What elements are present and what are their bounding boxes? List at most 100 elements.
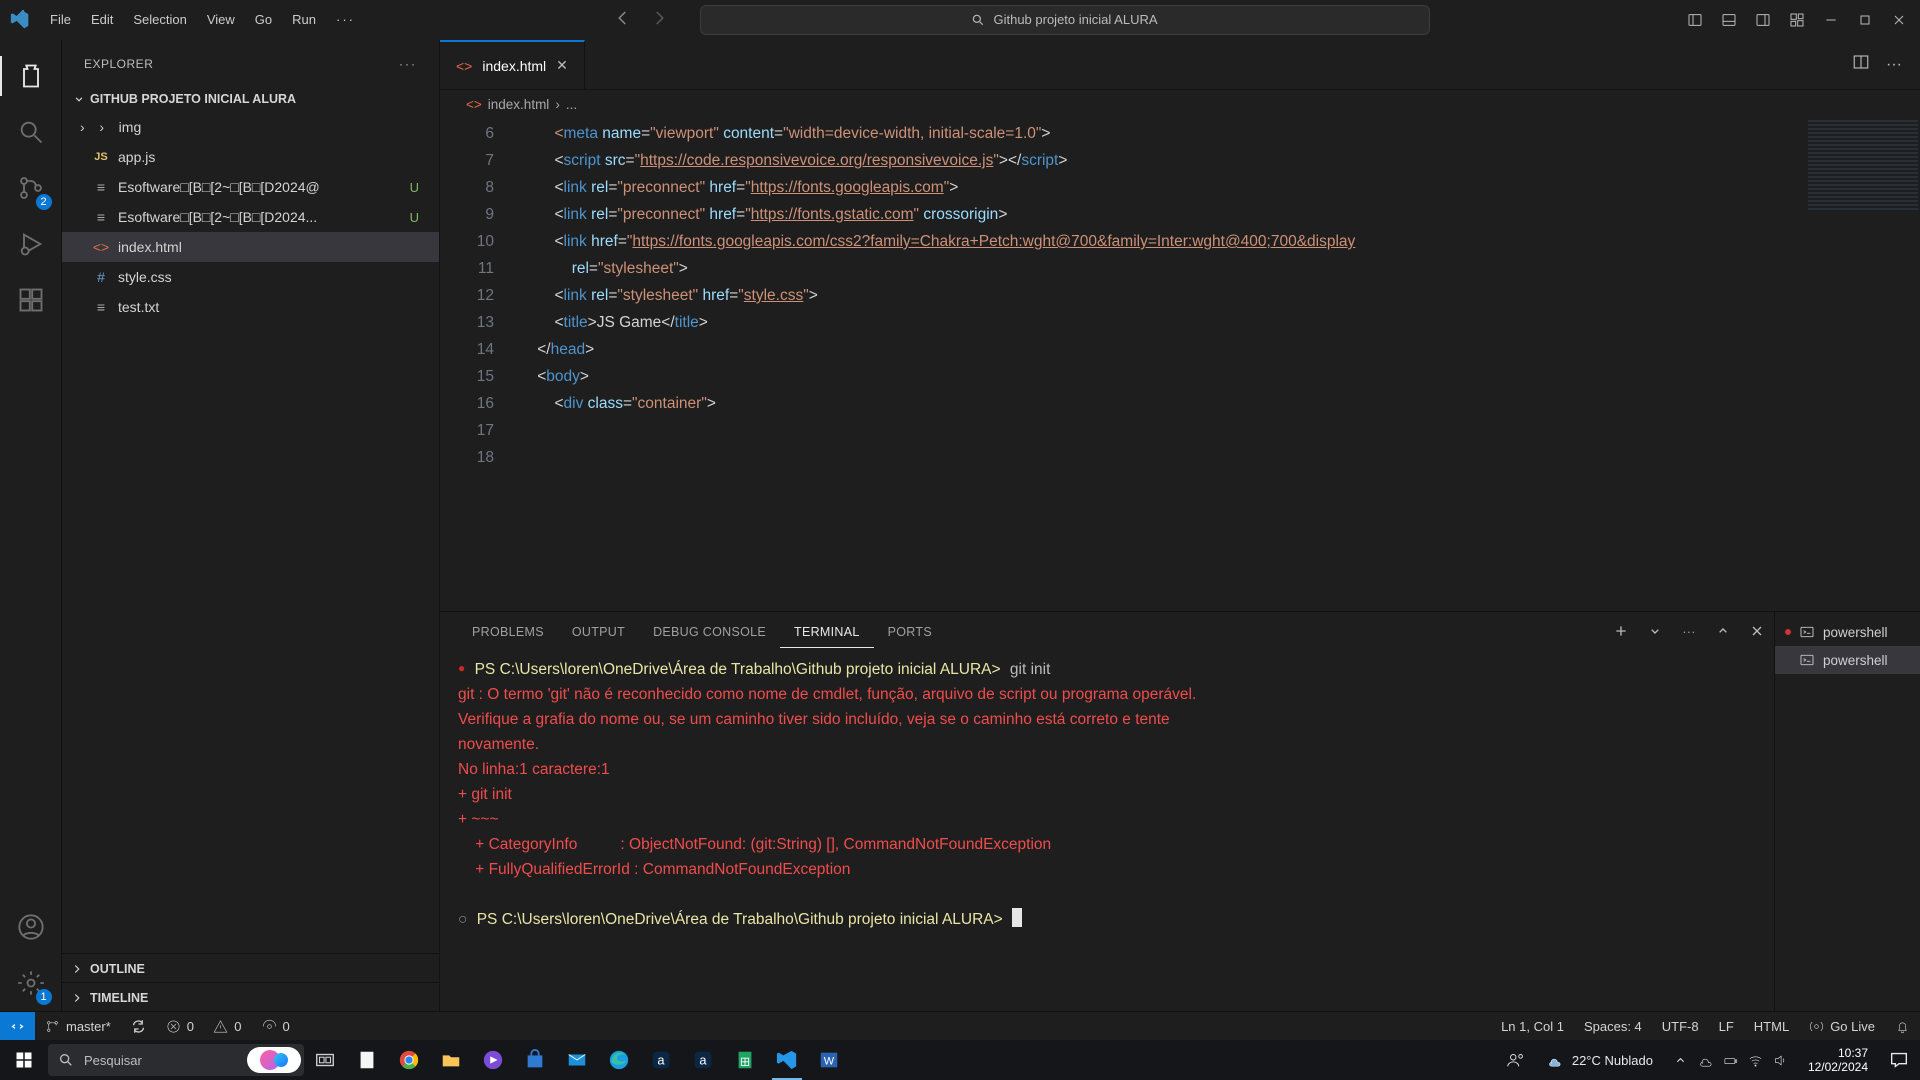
- chevron-right-icon: ›: [80, 119, 85, 135]
- run-debug-icon[interactable]: [0, 216, 62, 272]
- terminal-dropdown-icon[interactable]: [1638, 623, 1672, 639]
- taskbar-app-chrome[interactable]: [388, 1040, 430, 1080]
- menu-view[interactable]: View: [197, 12, 245, 27]
- notifications-icon[interactable]: [1885, 1012, 1920, 1041]
- window-minimize[interactable]: [1814, 0, 1848, 40]
- file-esoftware-b-2-b-d2024-[interactable]: ≡Esoftware□[B□[2~□[B□[D2024...U: [62, 202, 439, 232]
- terminal-label: powershell: [1823, 625, 1888, 640]
- taskbar-app-file[interactable]: [346, 1040, 388, 1080]
- taskbar-clock[interactable]: 10:37 12/02/2024: [1798, 1046, 1878, 1074]
- taskbar-search[interactable]: Pesquisar: [48, 1044, 304, 1076]
- file-index-html[interactable]: <>index.html: [62, 232, 439, 262]
- taskbar-app-explorer[interactable]: [430, 1040, 472, 1080]
- file-test-txt[interactable]: ≡test.txt: [62, 292, 439, 322]
- extensions-icon[interactable]: [0, 272, 62, 328]
- terminal-instance[interactable]: powershell: [1775, 618, 1920, 646]
- terminal[interactable]: ● PS C:\Users\loren\OneDrive\Área de Tra…: [440, 650, 1774, 1011]
- window-close[interactable]: [1882, 0, 1916, 40]
- taskbar-app-vscode[interactable]: [766, 1040, 808, 1080]
- eol[interactable]: LF: [1709, 1012, 1744, 1041]
- folder-header[interactable]: GITHUB PROJETO INICIAL ALURA: [62, 88, 439, 112]
- timeline-section[interactable]: TIMELINE: [62, 982, 439, 1011]
- bottom-panel: PROBLEMSOUTPUTDEBUG CONSOLETERMINALPORTS…: [440, 611, 1920, 1011]
- terminal-icon: [1799, 624, 1815, 640]
- nav-forward-icon[interactable]: [650, 9, 668, 30]
- svg-text:a: a: [699, 1053, 707, 1068]
- menu-go[interactable]: Go: [245, 12, 282, 27]
- panel-tab-ports[interactable]: PORTS: [874, 615, 946, 647]
- file-img[interactable]: ››img: [62, 112, 439, 142]
- nav-back-icon[interactable]: [614, 9, 632, 30]
- branch-button[interactable]: master*: [35, 1012, 121, 1041]
- panel-tab-debug-console[interactable]: DEBUG CONSOLE: [639, 615, 780, 647]
- task-view-icon[interactable]: [304, 1040, 346, 1080]
- weather-widget[interactable]: 22°C Nublado: [1537, 1053, 1663, 1068]
- menu-file[interactable]: File: [40, 12, 81, 27]
- language-mode[interactable]: HTML: [1744, 1012, 1799, 1041]
- remote-button[interactable]: [0, 1012, 35, 1041]
- split-editor-icon[interactable]: [1852, 53, 1870, 76]
- taskbar-app-mail[interactable]: [556, 1040, 598, 1080]
- menu-overflow[interactable]: ···: [326, 12, 365, 27]
- tab-index-html[interactable]: <> index.html ✕: [440, 40, 585, 89]
- menu-edit[interactable]: Edit: [81, 12, 123, 27]
- file-esoftware-b-2-b-d2024-[interactable]: ≡Esoftware□[B□[2~□[B□[D2024@U: [62, 172, 439, 202]
- taskbar-app-alura2[interactable]: a: [682, 1040, 724, 1080]
- layout-panel-icon[interactable]: [1712, 0, 1746, 40]
- close-panel-icon[interactable]: [1740, 623, 1774, 639]
- file-label: Esoftware□[B□[2~□[B□[D2024...: [118, 209, 317, 225]
- tab-label: index.html: [482, 58, 546, 74]
- taskbar-app-store[interactable]: [514, 1040, 556, 1080]
- panel-tab-output[interactable]: OUTPUT: [558, 615, 639, 647]
- panel-tab-problems[interactable]: PROBLEMS: [458, 615, 558, 647]
- editor-more-icon[interactable]: ···: [1886, 56, 1902, 74]
- taskbar-app-edge[interactable]: [598, 1040, 640, 1080]
- outline-section[interactable]: OUTLINE: [62, 953, 439, 982]
- sidebar-more-icon[interactable]: ···: [399, 57, 417, 71]
- go-live-button[interactable]: Go Live: [1799, 1012, 1885, 1041]
- cortana-icon[interactable]: [247, 1047, 301, 1073]
- indentation[interactable]: Spaces: 4: [1574, 1012, 1652, 1041]
- panel-more-icon[interactable]: ···: [1672, 615, 1706, 647]
- menu-selection[interactable]: Selection: [123, 12, 196, 27]
- maximize-panel-icon[interactable]: [1706, 623, 1740, 639]
- scm-badge: 2: [36, 194, 52, 210]
- layout-sidebar-left-icon[interactable]: [1678, 0, 1712, 40]
- panel-tab-terminal[interactable]: TERMINAL: [780, 615, 874, 648]
- problems-button[interactable]: 0 0: [156, 1012, 252, 1041]
- terminal-list: powershell powershell: [1774, 612, 1920, 1011]
- taskbar-meet-now-icon[interactable]: [1495, 1040, 1537, 1080]
- accounts-icon[interactable]: [0, 899, 62, 955]
- taskbar-app-alura1[interactable]: a: [640, 1040, 682, 1080]
- close-tab-icon[interactable]: ✕: [556, 57, 568, 74]
- file-app-js[interactable]: JSapp.js: [62, 142, 439, 172]
- settings-gear-icon[interactable]: 1: [0, 955, 62, 1011]
- layout-sidebar-right-icon[interactable]: [1746, 0, 1780, 40]
- sync-button[interactable]: [121, 1012, 156, 1041]
- explorer-icon[interactable]: [0, 48, 62, 104]
- cursor-position[interactable]: Ln 1, Col 1: [1491, 1012, 1574, 1041]
- breadcrumb-file: index.html: [488, 97, 550, 112]
- taskbar-app-word[interactable]: W: [808, 1040, 850, 1080]
- command-center-search[interactable]: Github projeto inicial ALURA: [700, 5, 1430, 35]
- system-tray[interactable]: [1663, 1053, 1798, 1068]
- minimap[interactable]: [1802, 118, 1920, 611]
- source-control-icon[interactable]: 2: [0, 160, 62, 216]
- taskbar-app-clipchamp[interactable]: [472, 1040, 514, 1080]
- start-button[interactable]: [0, 1051, 48, 1069]
- ports-button[interactable]: 0: [252, 1012, 300, 1041]
- customize-layout-icon[interactable]: [1780, 0, 1814, 40]
- code-editor[interactable]: <meta name="viewport" content="width=dev…: [520, 118, 1802, 611]
- menu-run[interactable]: Run: [282, 12, 326, 27]
- taskbar-app-sheets[interactable]: [724, 1040, 766, 1080]
- line-gutter: 6789101112131415161718: [440, 118, 520, 611]
- terminal-instance[interactable]: powershell: [1775, 646, 1920, 674]
- encoding[interactable]: UTF-8: [1652, 1012, 1709, 1041]
- breadcrumb[interactable]: <> index.html › ...: [440, 90, 1920, 118]
- file-label: app.js: [118, 149, 155, 165]
- file-style-css[interactable]: #style.css: [62, 262, 439, 292]
- window-maximize[interactable]: [1848, 0, 1882, 40]
- search-icon[interactable]: [0, 104, 62, 160]
- new-terminal-icon[interactable]: [1604, 623, 1638, 639]
- action-center-icon[interactable]: [1878, 1040, 1920, 1080]
